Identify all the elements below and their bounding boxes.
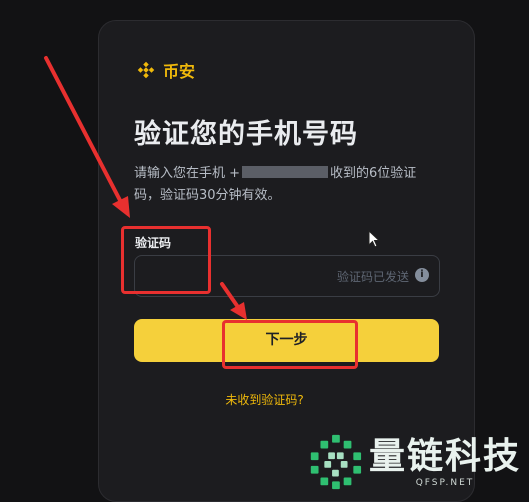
binance-logo-icon (137, 61, 155, 79)
resend-container: 未收到验证码? (0, 389, 529, 408)
info-icon[interactable]: i (415, 268, 429, 282)
brand-name: 币安 (163, 62, 196, 81)
watermark-site: QFSP.NET (415, 478, 475, 488)
annotation-box-code-field (121, 226, 211, 294)
resend-code-link[interactable]: 未收到验证码? (225, 393, 303, 407)
instruction-text: 请输入您在手机 + 收到的6位验证码，验证码30分钟有效。 (134, 163, 434, 207)
annotation-box-next-button (222, 320, 358, 369)
page-title: 验证您的手机号码 (134, 119, 358, 150)
brand: 币安 (135, 58, 195, 82)
code-sent-hint: 验证码已发送 (336, 270, 409, 284)
watermark: 量链科技 QFSP.NET (305, 433, 521, 491)
watermark-logo-icon (310, 434, 362, 490)
masked-phone-number (242, 166, 329, 178)
watermark-title: 量链科技 (369, 436, 522, 477)
cursor-icon (368, 230, 381, 248)
watermark-text: 量链科技 QFSP.NET (369, 436, 521, 488)
instruction-prefix: 请输入您在手机 + (134, 166, 241, 181)
